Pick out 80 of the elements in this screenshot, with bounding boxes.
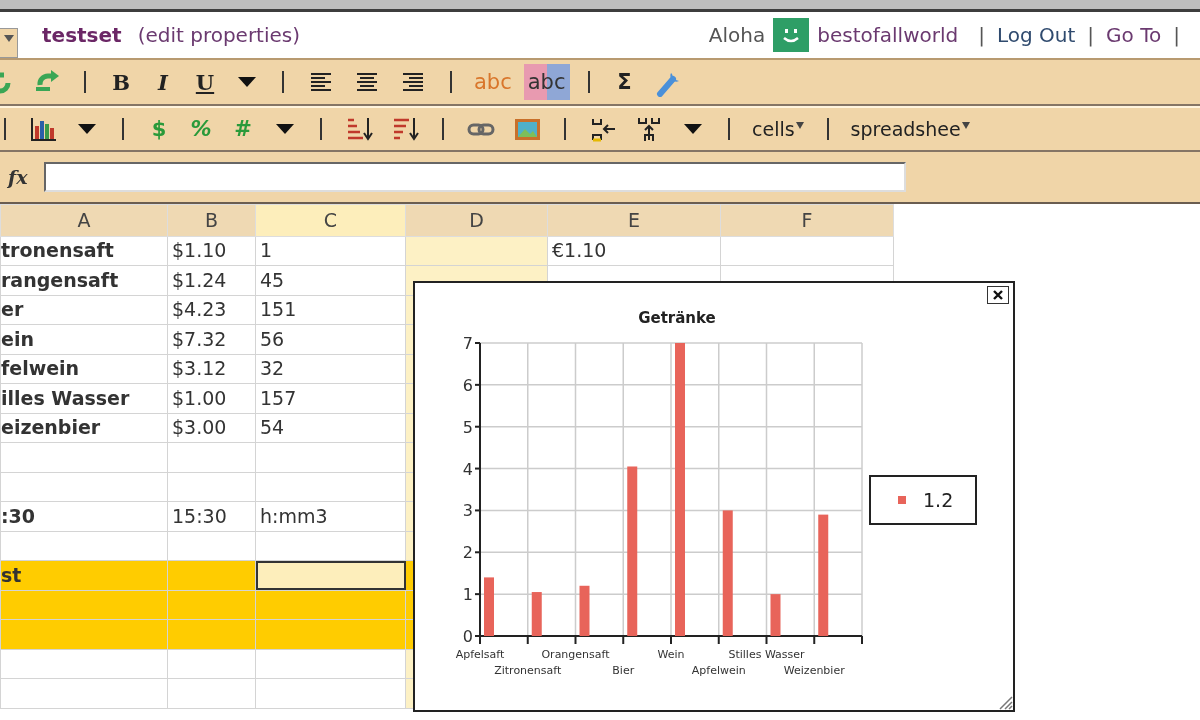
axis-category-label: Stilles Wasser <box>728 648 805 661</box>
column-header[interactable]: F <box>720 204 894 236</box>
menu-button[interactable]: spreadshee <box>846 111 975 147</box>
axis-category-label: Wein <box>657 648 685 661</box>
table-cell: $1.00 <box>172 386 227 409</box>
table-cell: $1.10 <box>172 239 227 262</box>
table-cell: :30 <box>1 504 36 527</box>
axis-category-label: Apfelsaft <box>455 648 505 661</box>
axis-tick-label: 2 <box>462 543 473 563</box>
axis-tick-label: 5 <box>462 417 473 437</box>
axis-tick-label: 3 <box>462 501 473 521</box>
formula-field[interactable] <box>43 162 906 192</box>
table-cell: felwein <box>1 357 80 380</box>
username-link[interactable]: bestofallworld <box>817 20 959 50</box>
axis-tick-label: 4 <box>462 459 473 479</box>
resize-grip-icon[interactable] <box>997 694 1013 710</box>
caret-icon <box>238 77 256 87</box>
axis-category-label: Apfelwein <box>691 664 746 677</box>
table-cell: er <box>1 298 24 321</box>
close-icon <box>992 289 1004 301</box>
column-header[interactable]: B <box>167 204 256 236</box>
table-cell: 54 <box>260 416 285 439</box>
table-cell: $3.00 <box>172 416 227 439</box>
table-cell: $1.24 <box>172 268 227 291</box>
separator: | <box>978 22 985 49</box>
column-header[interactable]: A <box>0 204 168 236</box>
column-header[interactable]: D <box>405 204 548 236</box>
underline-button[interactable]: U <box>188 64 222 100</box>
table-cell: eizenbier <box>1 416 101 439</box>
sum-button[interactable]: Σ <box>607 64 642 100</box>
axis-tick-label: 6 <box>462 375 473 395</box>
formula-label: fx <box>8 164 28 190</box>
go-to-link[interactable]: Go To <box>1106 20 1162 50</box>
table-cell: $3.12 <box>172 357 227 380</box>
caret-icon <box>794 120 805 130</box>
caret-icon <box>276 124 294 134</box>
close-button[interactable] <box>987 286 1009 304</box>
table-cell: rangensaft <box>1 268 119 291</box>
caret-icon <box>960 120 971 130</box>
table-cell: 56 <box>260 327 285 350</box>
caret-icon <box>3 35 14 42</box>
axis-tick-label: 7 <box>462 334 473 353</box>
table-cell: tronensaft <box>1 239 114 262</box>
table-cell: $4.23 <box>172 298 227 321</box>
separator: | <box>1087 22 1095 49</box>
axis-tick-label: 1 <box>462 585 473 605</box>
caret-icon <box>684 124 702 134</box>
menu-button[interactable]: cells <box>748 111 809 147</box>
table-cell: 1 <box>260 239 273 262</box>
axis-category-label: Orangensaft <box>541 648 610 661</box>
log-out-link[interactable]: Log Out <box>997 20 1076 50</box>
axis-category-label: Weizenbier <box>783 664 845 677</box>
table-cell: 157 <box>260 386 297 409</box>
table-cell: st <box>1 563 22 586</box>
column-header[interactable]: C <box>255 204 406 236</box>
table-cell: illes Wasser <box>1 386 130 409</box>
highlight-button[interactable]: abc <box>523 64 570 100</box>
italic-button[interactable]: I <box>146 64 180 100</box>
table-cell: $7.32 <box>172 327 227 350</box>
table-cell: €1.10 <box>552 239 607 262</box>
axis-category-label: Zitronensaft <box>494 664 562 677</box>
table-cell: 15:30 <box>172 504 227 527</box>
legend-label: 1.2 <box>923 489 954 511</box>
table-cell: 32 <box>260 357 285 380</box>
chart-title: Getränke <box>638 309 716 327</box>
table-cell: 151 <box>260 298 297 321</box>
tab-menu[interactable] <box>0 28 18 58</box>
column-header[interactable]: E <box>547 204 721 236</box>
greeting: Aloha <box>708 22 766 49</box>
table-cell: h:mm3 <box>260 504 328 527</box>
bold-button[interactable]: B <box>104 64 138 100</box>
axis-tick-label: 0 <box>462 627 473 646</box>
sheet-title: testset <box>42 22 122 49</box>
separator: | <box>1173 22 1180 49</box>
table-cell: ein <box>1 327 34 350</box>
selected-cell[interactable] <box>255 560 406 590</box>
edit-properties-link[interactable]: (edit properties) <box>137 20 301 50</box>
caret-icon <box>78 124 96 134</box>
axis-category-label: Bier <box>612 664 635 677</box>
table-cell: 45 <box>260 268 285 291</box>
